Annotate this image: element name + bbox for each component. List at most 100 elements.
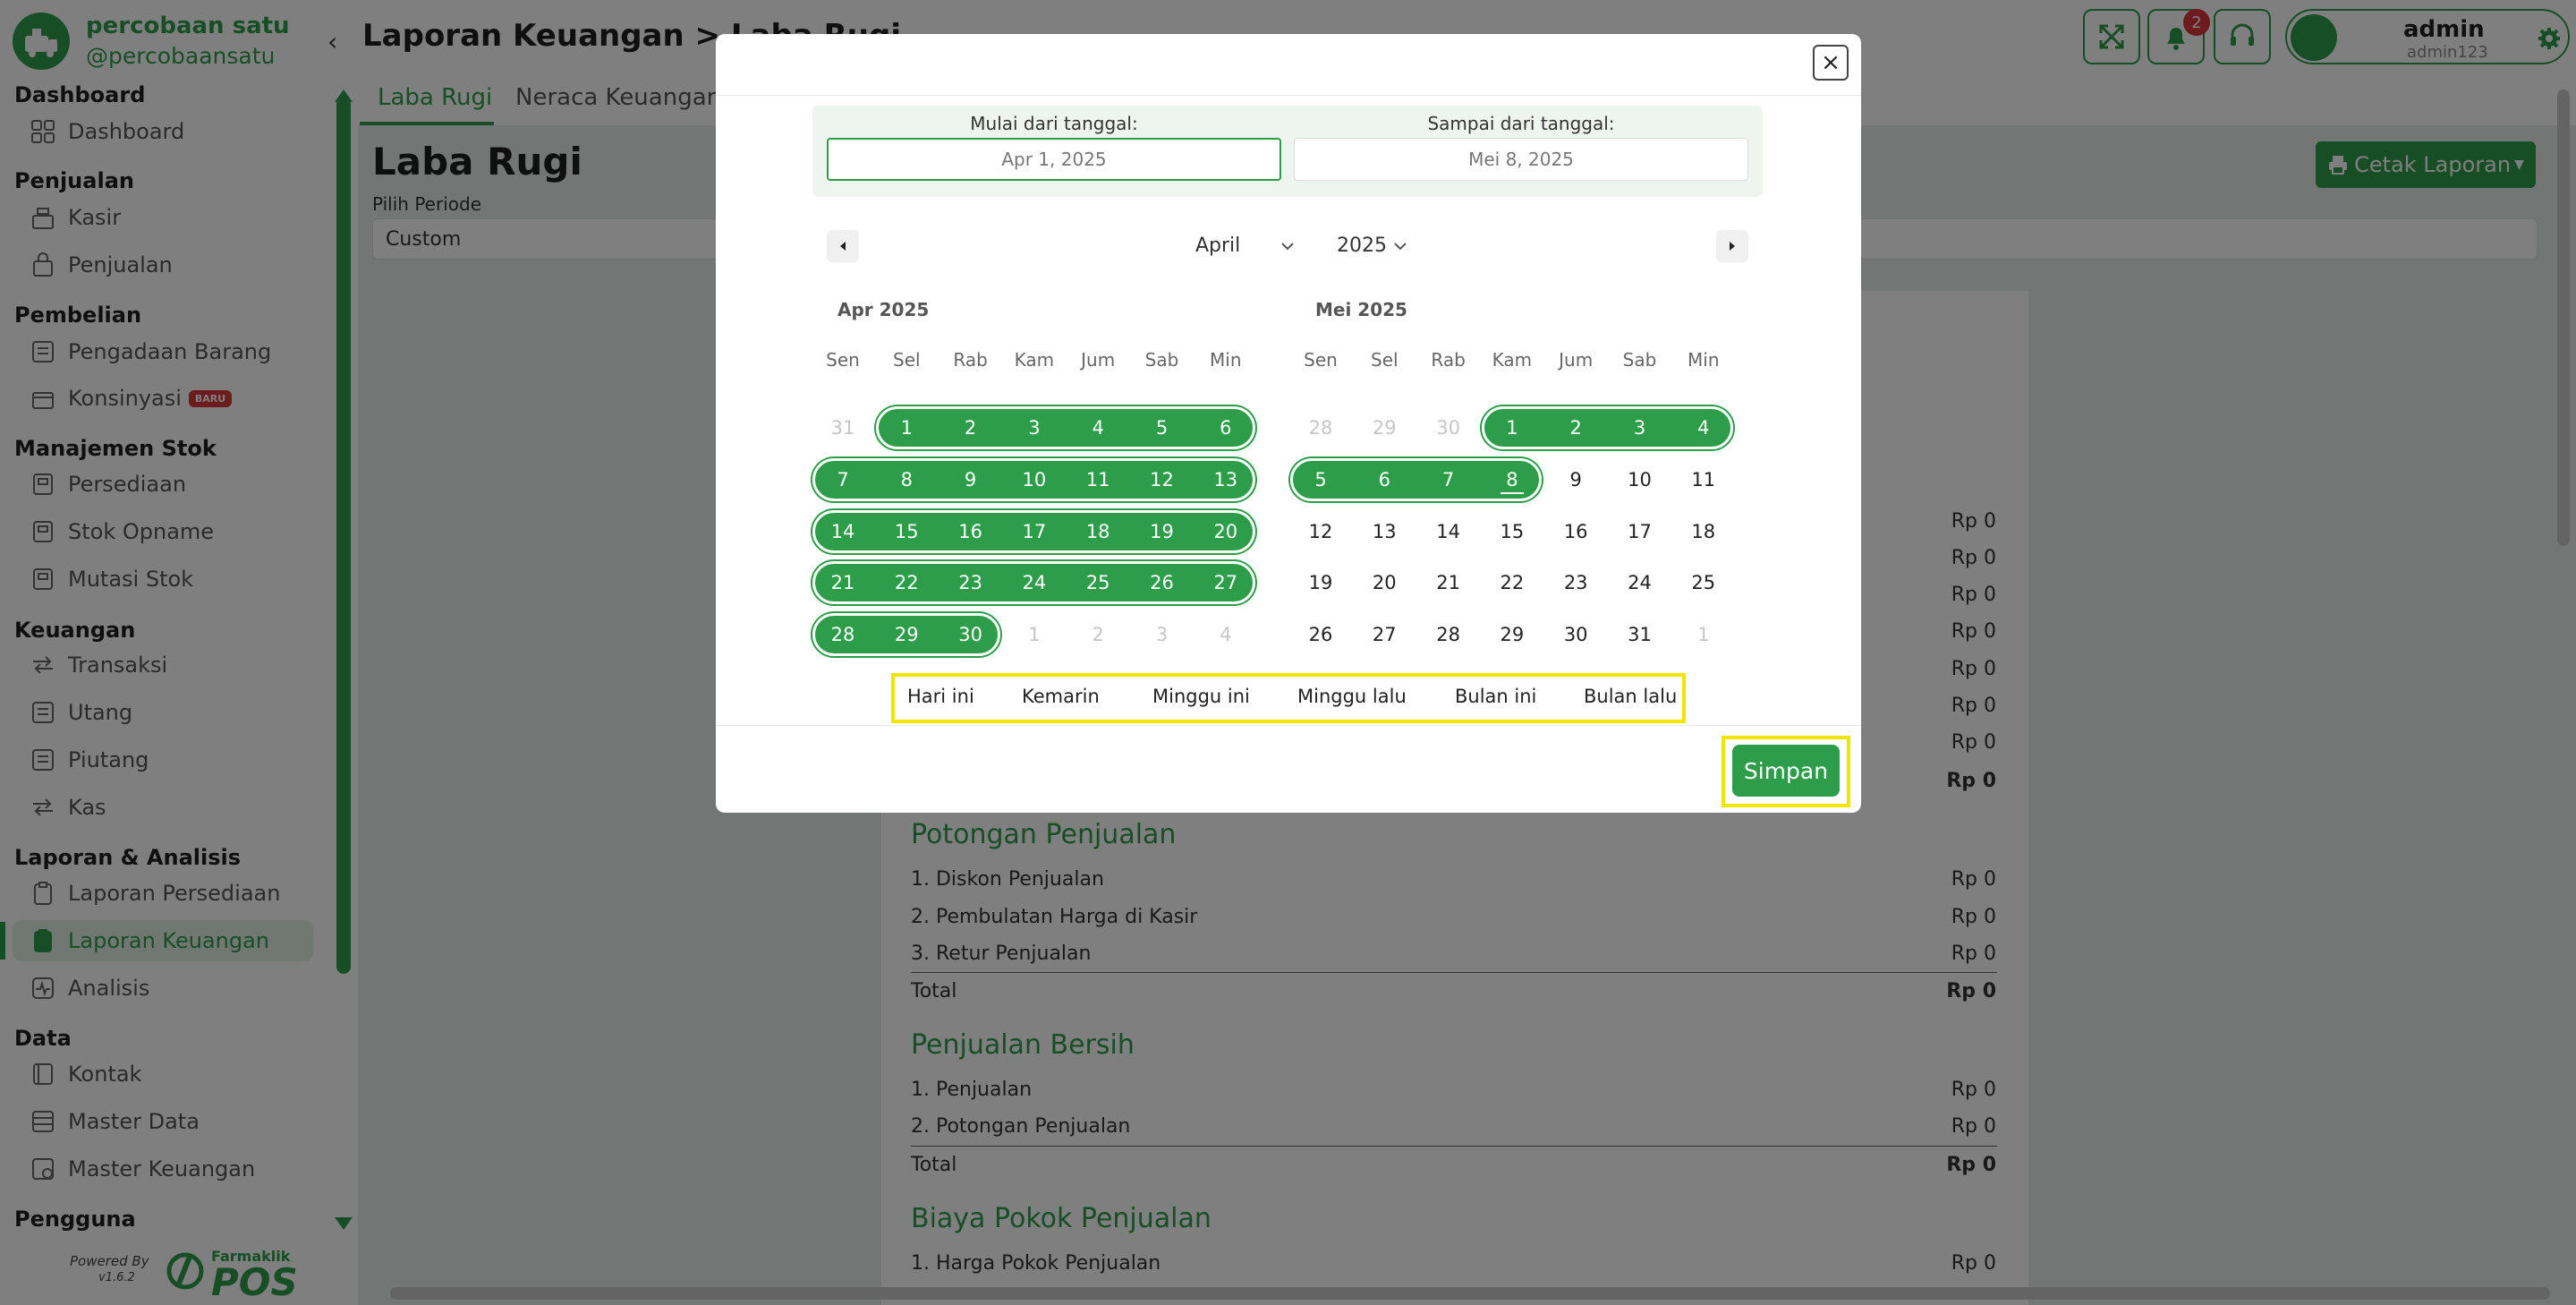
calendar-day[interactable]: 6	[1194, 408, 1258, 448]
weekday-label: Rab	[953, 349, 988, 371]
quick-range-highlight	[891, 673, 1686, 723]
calendar-day[interactable]: 23	[939, 563, 1003, 602]
calendar-day[interactable]: 1	[1002, 615, 1067, 654]
calendar-day[interactable]: 26	[1288, 615, 1353, 654]
calendar-day[interactable]: 3	[1608, 408, 1672, 448]
weekday-label: Sab	[1144, 349, 1179, 371]
quick-range-this-month[interactable]: Bulan ini	[1455, 686, 1536, 707]
calendar-day[interactable]: 2	[1066, 615, 1130, 654]
calendar-day[interactable]: 5	[1130, 408, 1194, 448]
calendar-day[interactable]: 25	[1671, 563, 1736, 602]
calendar-day[interactable]: 23	[1543, 563, 1608, 602]
calendar-day[interactable]: 1	[1671, 615, 1736, 654]
save-button[interactable]: Simpan	[1732, 745, 1840, 797]
divider	[716, 725, 1861, 726]
calendar-day[interactable]: 28	[811, 615, 875, 654]
quick-range-yesterday[interactable]: Kemarin	[1022, 686, 1100, 707]
quick-range-today[interactable]: Hari ini	[907, 686, 974, 707]
calendar-day[interactable]: 4	[1671, 408, 1736, 448]
calendar-day[interactable]: 10	[1608, 460, 1672, 499]
calendar-day[interactable]: 9	[939, 460, 1003, 499]
calendar-day[interactable]: 13	[1194, 460, 1258, 499]
calendar-day[interactable]: 30	[1416, 408, 1481, 448]
calendar-day[interactable]: 13	[1352, 512, 1416, 551]
calendar-day[interactable]: 19	[1288, 563, 1353, 602]
weekday-label: Sel	[1371, 349, 1399, 371]
calendar-day[interactable]: 7	[811, 460, 875, 499]
weekday-label: Sab	[1622, 349, 1657, 371]
calendar-day[interactable]: 27	[1194, 563, 1258, 602]
quick-range-last-week[interactable]: Minggu lalu	[1297, 686, 1407, 707]
calendar-day[interactable]: 26	[1130, 563, 1194, 602]
calendar-day[interactable]: 15	[1480, 512, 1544, 551]
next-month-button[interactable]	[1716, 230, 1748, 262]
calendar-day[interactable]: 12	[1130, 460, 1194, 499]
calendar-day[interactable]: 31	[811, 408, 875, 448]
calendar-day[interactable]: 11	[1066, 460, 1130, 499]
calendar-day[interactable]: 10	[1002, 460, 1067, 499]
calendar-day[interactable]: 19	[1130, 512, 1194, 551]
calendar-day[interactable]: 22	[874, 563, 939, 602]
weekday-label: Rab	[1431, 349, 1466, 371]
calendar-day[interactable]: 17	[1002, 512, 1067, 551]
calendar-day[interactable]: 29	[1480, 615, 1544, 654]
calendar-day[interactable]: 7	[1416, 460, 1481, 499]
weekday-label: Jum	[1081, 349, 1116, 371]
calendar-day[interactable]: 2	[1543, 408, 1608, 448]
calendar-day[interactable]: 20	[1352, 563, 1416, 602]
calendar-day[interactable]: 8	[874, 460, 939, 499]
calendar-day[interactable]: 21	[1416, 563, 1481, 602]
calendar-day[interactable]: 1	[874, 408, 939, 448]
calendar-day[interactable]: 14	[811, 512, 875, 551]
calendar-day[interactable]: 31	[1608, 615, 1672, 654]
quick-range-this-week[interactable]: Minggu ini	[1152, 686, 1250, 707]
year-select[interactable]: 2025	[1337, 235, 1387, 257]
calendar-day[interactable]: 4	[1194, 615, 1258, 654]
start-date-input[interactable]: Apr 1, 2025	[827, 138, 1281, 181]
close-button[interactable]: ×	[1813, 45, 1849, 81]
weekday-label: Sel	[893, 349, 921, 371]
calendar-day[interactable]: 16	[1543, 512, 1608, 551]
end-date-input[interactable]: Mei 8, 2025	[1294, 138, 1748, 181]
calendar-day[interactable]: 24	[1608, 563, 1672, 602]
calendar-day[interactable]: 3	[1130, 615, 1194, 654]
calendar-day[interactable]: 18	[1671, 512, 1736, 551]
month-select[interactable]: April	[1195, 235, 1240, 257]
weekday-label: Sen	[1304, 349, 1338, 371]
calendar-day[interactable]: 11	[1671, 460, 1736, 499]
calendar-day[interactable]: 9	[1543, 460, 1608, 499]
calendar-day[interactable]: 3	[1002, 408, 1067, 448]
calendar-day[interactable]: 18	[1066, 512, 1130, 551]
calendar-day[interactable]: 6	[1352, 460, 1416, 499]
calendar-day[interactable]: 29	[1352, 408, 1416, 448]
calendar-title: Apr 2025	[837, 299, 930, 320]
calendar-day[interactable]: 4	[1066, 408, 1130, 448]
calendar-day[interactable]: 12	[1288, 512, 1353, 551]
caret-left-icon	[840, 242, 846, 251]
calendar-day[interactable]: 16	[939, 512, 1003, 551]
calendar-day[interactable]: 2	[939, 408, 1003, 448]
previous-month-button[interactable]	[827, 230, 859, 262]
calendar-day[interactable]: 27	[1352, 615, 1416, 654]
calendar-day[interactable]: 28	[1416, 615, 1481, 654]
today-marker	[1500, 492, 1524, 494]
calendar-day[interactable]: 20	[1194, 512, 1258, 551]
weekday-label: Min	[1210, 349, 1242, 371]
chevron-down-icon	[1394, 243, 1407, 251]
calendar-day[interactable]: 28	[1288, 408, 1353, 448]
calendar-day[interactable]: 15	[874, 512, 939, 551]
weekday-label: Min	[1688, 349, 1720, 371]
quick-range-last-month[interactable]: Bulan lalu	[1584, 686, 1677, 707]
chevron-down-icon	[1281, 243, 1294, 251]
calendar-day[interactable]: 30	[1543, 615, 1608, 654]
calendar-day[interactable]: 25	[1066, 563, 1130, 602]
calendar-day[interactable]: 17	[1608, 512, 1672, 551]
calendar-day[interactable]: 24	[1002, 563, 1067, 602]
calendar-day[interactable]: 5	[1288, 460, 1353, 499]
calendar-day[interactable]: 14	[1416, 512, 1481, 551]
calendar-day[interactable]: 1	[1480, 408, 1544, 448]
calendar-day[interactable]: 30	[939, 615, 1003, 654]
calendar-day[interactable]: 21	[811, 563, 875, 602]
calendar-day[interactable]: 29	[874, 615, 939, 654]
calendar-day[interactable]: 22	[1480, 563, 1544, 602]
